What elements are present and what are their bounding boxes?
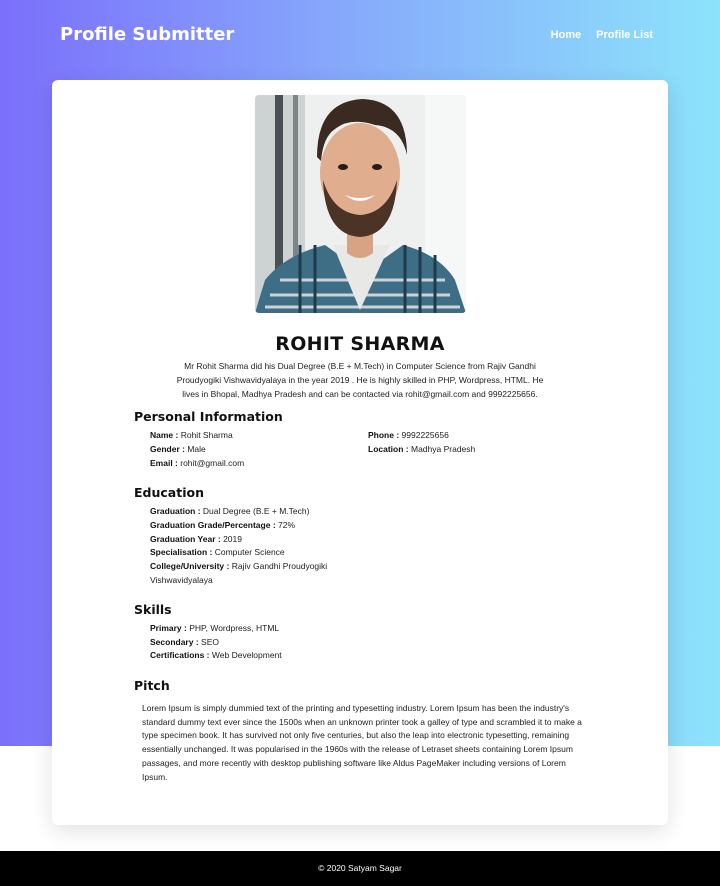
field-value: Web Development <box>211 650 282 660</box>
profile-summary: Mr Rohit Sharma did his Dual Degree (B.E… <box>176 361 544 399</box>
field-label: Gender : <box>150 444 185 454</box>
field-label: Email : <box>150 458 178 468</box>
education-graduation-row: Graduation : Dual Degree (B.E + M.Tech) <box>150 505 309 519</box>
field-label: Secondary : <box>150 637 199 647</box>
pitch-text: Lorem Ipsum is simply dummied text of th… <box>142 703 582 782</box>
nav-links: Home Profile List <box>551 29 653 41</box>
field-label: Name : <box>150 430 179 440</box>
personal-email-row: Email : rohit@gmail.com <box>150 457 244 471</box>
field-label: Certifications : <box>150 650 210 660</box>
field-value: SEO <box>201 637 219 647</box>
nav-link-home[interactable]: Home <box>551 29 582 41</box>
field-value: rohit@gmail.com <box>180 458 245 468</box>
field-value: PHP, Wordpress, HTML <box>189 623 280 633</box>
education-heading: Education <box>134 485 204 500</box>
skills-secondary-row: Secondary : SEO <box>150 636 219 650</box>
skills-primary-row: Primary : PHP, Wordpress, HTML <box>150 622 279 636</box>
field-label: Specialisation : <box>150 547 213 557</box>
skills-certifications-row: Certifications : Web Development <box>150 649 282 663</box>
field-label: Graduation : <box>150 506 201 516</box>
footer: © 2020 Satyam Sagar <box>0 851 720 886</box>
education-college-row: College/University : Rajiv Gandhi Proudy… <box>150 560 327 574</box>
education-grade-row: Graduation Grade/Percentage : 72% <box>150 519 295 533</box>
field-value: 2019 <box>223 534 242 544</box>
field-label: College/University : <box>150 561 230 571</box>
field-value: Rajiv Gandhi Proudyogiki <box>231 561 328 571</box>
personal-name-row: Name : Rohit Sharma <box>150 429 233 443</box>
personal-gender-row: Gender : Male <box>150 443 206 457</box>
profile-photo <box>255 95 466 313</box>
field-label: Graduation Grade/Percentage : <box>150 520 276 530</box>
education-specialisation-row: Specialisation : Computer Science <box>150 546 285 560</box>
field-value: Dual Degree (B.E + M.Tech) <box>202 506 310 516</box>
personal-phone-row: Phone : 9992225656 <box>368 429 449 443</box>
profile-card: ROHIT SHARMA Mr Rohit Sharma did his Dua… <box>52 80 668 825</box>
field-label: Graduation Year : <box>150 534 221 544</box>
personal-location-row: Location : Madhya Pradesh <box>368 443 475 457</box>
personal-info-heading: Personal Information <box>134 409 283 424</box>
navbar: Profile Submitter Home Profile List <box>0 0 720 70</box>
field-value: 9992225656 <box>401 430 449 440</box>
pitch-heading: Pitch <box>134 678 170 693</box>
copyright-text: © 2020 Satyam Sagar <box>318 863 402 873</box>
field-label: Primary : <box>150 623 187 633</box>
education-college-row-continued: Vishwavidyalaya <box>150 574 213 588</box>
field-value: Male <box>187 444 206 454</box>
field-value: Vishwavidyalaya <box>150 575 213 585</box>
brand-logo[interactable]: Profile Submitter <box>60 24 234 45</box>
field-value: 72% <box>278 520 296 530</box>
field-label: Phone : <box>368 430 400 440</box>
field-value: Computer Science <box>214 547 285 557</box>
nav-link-profile-list[interactable]: Profile List <box>596 29 653 41</box>
field-value: Rohit Sharma <box>180 430 233 440</box>
field-label: Location : <box>368 444 409 454</box>
field-value: Madhya Pradesh <box>410 444 476 454</box>
profile-name: ROHIT SHARMA <box>275 333 445 355</box>
skills-heading: Skills <box>134 602 172 617</box>
education-year-row: Graduation Year : 2019 <box>150 533 242 547</box>
